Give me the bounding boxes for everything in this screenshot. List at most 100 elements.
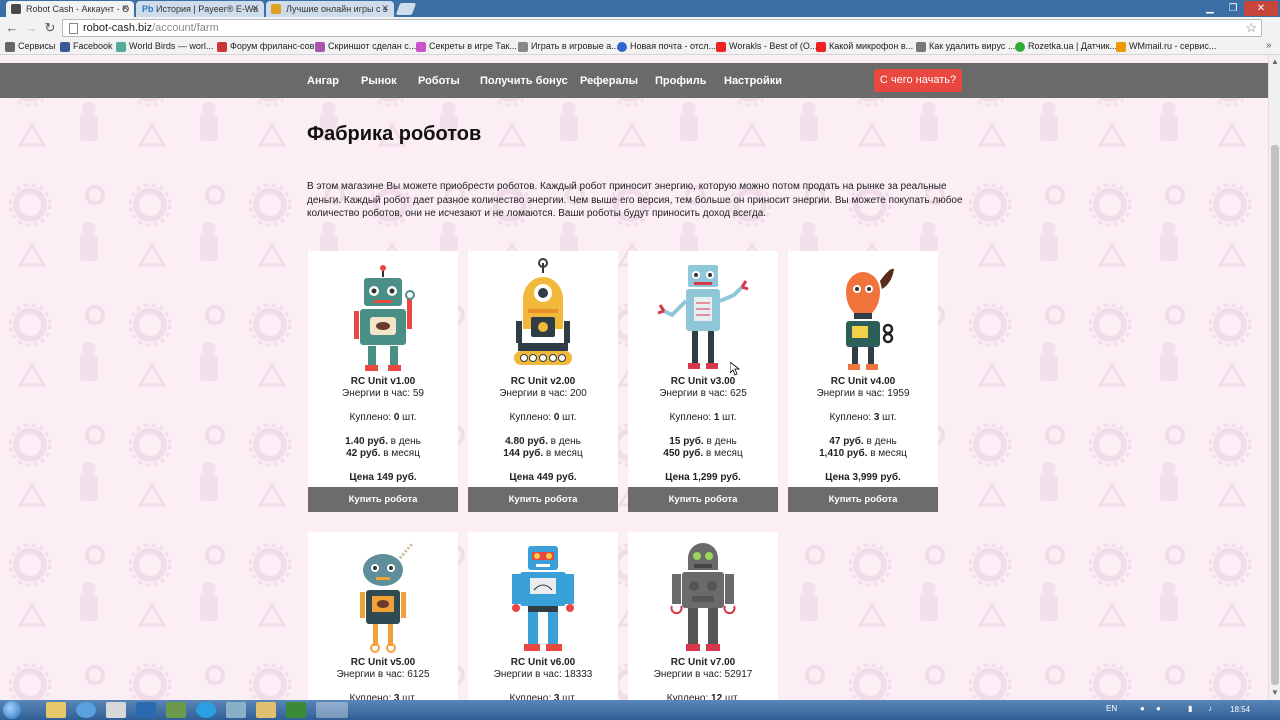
robot-card-v7: RC Unit v7.00 Энергии в час: 52917 Купле…: [628, 532, 778, 700]
robot-income-month: 1,410 руб. в месяц: [819, 448, 907, 459]
search-icon: [617, 42, 627, 52]
buy-robot-button[interactable]: Купить робота: [468, 487, 618, 512]
robot-v5-image: [360, 543, 414, 653]
bookmark-screenshot[interactable]: Скриншот сделан с...: [315, 41, 416, 52]
new-tab-button[interactable]: [395, 3, 417, 15]
nav-get-bonus[interactable]: Получить бонус: [480, 75, 568, 87]
bookmark-facebook[interactable]: Facebook: [60, 41, 113, 52]
more-bookmarks-icon[interactable]: »: [1266, 40, 1272, 51]
scroll-up-icon[interactable]: ▲: [1271, 57, 1279, 66]
robot-card-v5: RC Unit v5.00 Энергии в час: 6125 Куплен…: [308, 532, 458, 700]
bookmark-label: Какой микрофон в...: [829, 41, 914, 51]
page-icon: [69, 23, 78, 34]
bookmark-games[interactable]: Играть в игровые а...: [518, 41, 619, 52]
bookmark-rozetka[interactable]: Rozetka.ua | Датчик...: [1015, 41, 1117, 52]
tab-title: Лучшие онлайн игры с з: [286, 4, 388, 14]
ie-taskbar-icon[interactable]: [76, 702, 96, 718]
rozetka-icon: [1015, 42, 1025, 52]
scroll-down-icon[interactable]: ▼: [1271, 688, 1279, 697]
window-close-button[interactable]: ✕: [1244, 1, 1278, 16]
tab-robot-cash[interactable]: Robot Cash - Аккаунт - О ✕: [6, 1, 134, 17]
robot-name: RC Unit v1.00: [350, 376, 416, 387]
robot-v2-image: [514, 258, 572, 365]
forward-button[interactable]: →: [23, 20, 39, 36]
buy-robot-button[interactable]: Купить робота: [628, 487, 778, 512]
robot-energy: Энергии в час: 18333: [493, 669, 593, 680]
page-viewport: Ангар Рынок Роботы Получить бонус Рефера…: [0, 55, 1268, 700]
scrollbar-thumb[interactable]: [1271, 145, 1279, 685]
maximize-button[interactable]: ❐: [1222, 1, 1244, 16]
bookmark-services[interactable]: Сервисы: [5, 41, 55, 52]
robot-card-v4: RC Unit v4.00 Энергии в час: 1959 Куплен…: [788, 251, 938, 512]
bookmark-secrets[interactable]: Секреты в игре Так...: [416, 41, 517, 52]
minimize-button[interactable]: ▁: [1198, 1, 1222, 16]
apps-grid-icon: [5, 42, 15, 52]
chrome-taskbar-icon[interactable]: [316, 702, 348, 718]
app-taskbar-icon[interactable]: [166, 702, 186, 718]
bookmark-virus[interactable]: Как удалить вирус ...: [916, 41, 1015, 52]
bookmark-freelance-forum[interactable]: Форум фриланс-сов...: [217, 41, 322, 52]
back-button[interactable]: ←: [4, 20, 20, 36]
tab-games[interactable]: Лучшие онлайн игры с з ✕: [266, 1, 394, 17]
tab-payeer[interactable]: Pb История | Payeer® E-Wa ✕: [136, 1, 264, 17]
language-indicator[interactable]: EN: [1106, 704, 1117, 713]
browser-toolbar: ← → ↻ robot-cash.biz/account/farm ☆: [0, 17, 1280, 39]
wmmail-icon: [1116, 42, 1126, 52]
bookmark-wmmail[interactable]: WMmail.ru - сервис...: [1116, 41, 1217, 52]
robot-energy: Энергии в час: 52917: [653, 669, 753, 680]
volume-icon[interactable]: ♪: [1208, 704, 1212, 713]
nav-settings[interactable]: Настройки: [724, 75, 782, 87]
close-icon[interactable]: ✕: [381, 3, 389, 14]
folder-taskbar-icon[interactable]: [256, 702, 276, 718]
robot-name: RC Unit v7.00: [670, 657, 736, 668]
nav-robots[interactable]: Роботы: [418, 75, 460, 87]
tray-icon[interactable]: ●: [1156, 704, 1161, 713]
app-taskbar-icon[interactable]: [286, 702, 306, 718]
page-icon: [416, 42, 426, 52]
reload-button[interactable]: ↻: [42, 20, 58, 36]
tray-icon[interactable]: ●: [1140, 704, 1145, 713]
bookmark-label: WMmail.ru - сервис...: [1129, 41, 1217, 51]
buy-robot-button[interactable]: Купить робота: [308, 487, 458, 512]
page-icon: [116, 42, 126, 52]
page-title: Фабрика роботов: [307, 123, 482, 145]
payeer-favicon-icon: Pb: [142, 4, 154, 14]
tab-title: Robot Cash - Аккаунт - О: [26, 4, 130, 14]
close-icon[interactable]: ✕: [121, 3, 129, 14]
network-icon[interactable]: ▮: [1188, 704, 1192, 713]
bookmark-new-mail[interactable]: Новая почта - отсл...: [617, 41, 717, 52]
bookmark-world-birds[interactable]: World Birds — worl...: [116, 41, 214, 52]
clock[interactable]: 18:54: [1230, 705, 1250, 714]
nav-hangar[interactable]: Ангар: [307, 75, 339, 87]
address-bar[interactable]: robot-cash.biz/account/farm ☆: [62, 19, 1262, 37]
bookmark-worakls[interactable]: Worakls - Best of (O...: [716, 41, 817, 52]
app-taskbar-icon[interactable]: [226, 702, 246, 718]
robot-v3-image: [657, 265, 749, 369]
skype-taskbar-icon[interactable]: [196, 702, 216, 718]
robot-price: Цена 1,299 руб.: [665, 472, 741, 483]
bookmark-label: World Birds — worl...: [129, 41, 214, 51]
games-favicon-icon: [271, 4, 281, 14]
bookmark-label: Новая почта - отсл...: [630, 41, 717, 51]
browser-tabstrip: Robot Cash - Аккаунт - О ✕ Pb История | …: [0, 0, 1280, 17]
robot-bought: Куплено: 0 шт.: [349, 412, 417, 423]
close-icon[interactable]: ✕: [251, 3, 259, 14]
robot-name: RC Unit v2.00: [510, 376, 576, 387]
bookmark-star-icon[interactable]: ☆: [1245, 20, 1257, 36]
robot-energy: Энергии в час: 1959: [816, 388, 910, 399]
bookmark-microphone[interactable]: Какой микрофон в...: [816, 41, 914, 52]
mouse-cursor-icon: [730, 362, 740, 376]
file-taskbar-icon[interactable]: [106, 702, 126, 718]
start-button[interactable]: [3, 701, 21, 719]
nav-market[interactable]: Рынок: [361, 75, 397, 87]
explorer-taskbar-icon[interactable]: [46, 702, 66, 718]
nav-referrals[interactable]: Рефералы: [580, 75, 638, 87]
buy-robot-button[interactable]: Купить робота: [788, 487, 938, 512]
page-scrollbar[interactable]: ▲ ▼: [1268, 55, 1280, 700]
nav-profile[interactable]: Профиль: [655, 75, 706, 87]
robot-energy: Энергии в час: 625: [659, 388, 747, 399]
robot-energy: Энергии в час: 6125: [336, 669, 430, 680]
robot-price: Цена 3,999 руб.: [825, 472, 901, 483]
get-started-button[interactable]: С чего начать?: [874, 69, 962, 92]
maxthon-taskbar-icon[interactable]: [136, 702, 156, 718]
